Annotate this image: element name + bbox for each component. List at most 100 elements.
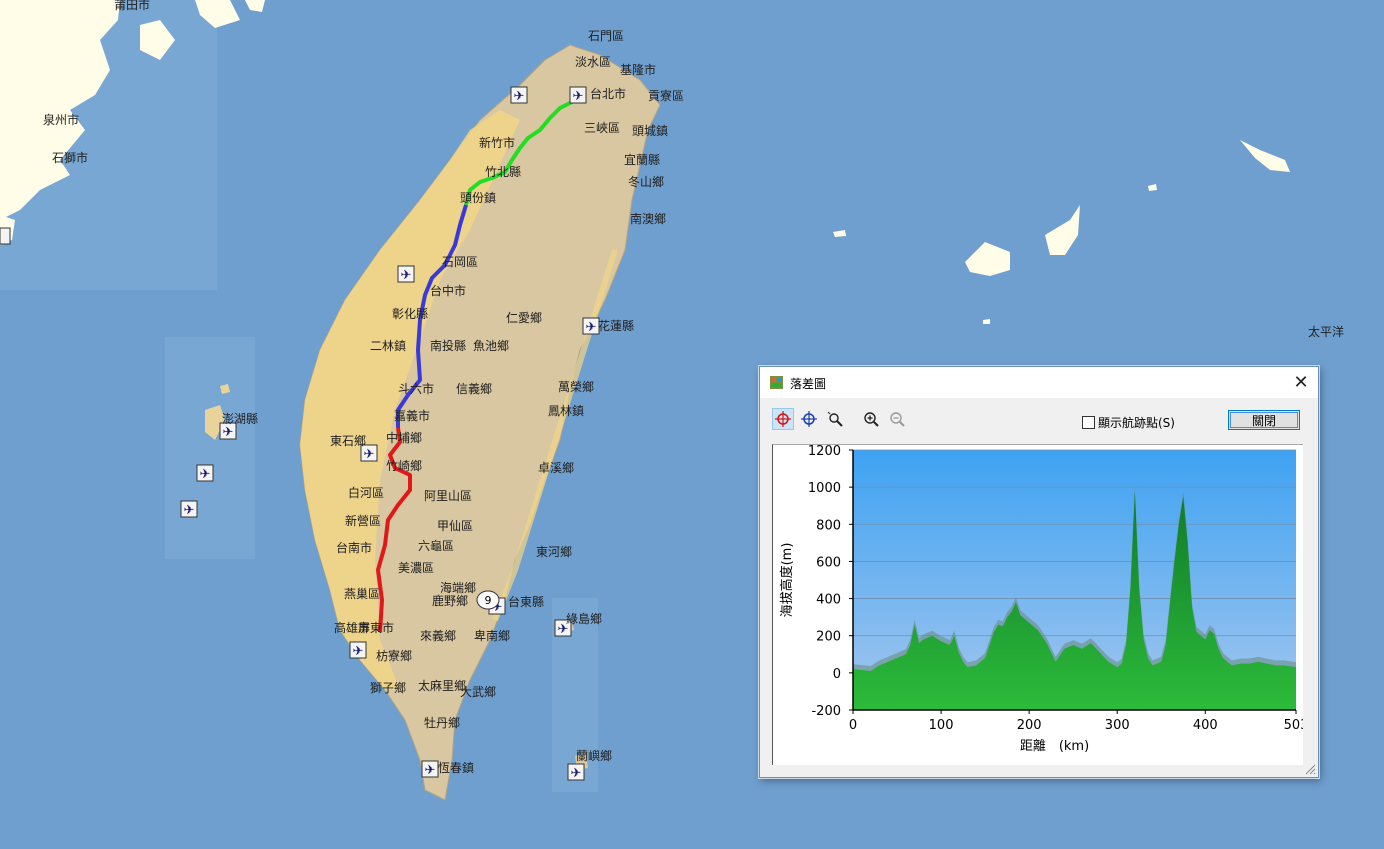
map-label: 信義鄉 bbox=[456, 381, 492, 396]
map-label: 屏東市 bbox=[358, 620, 394, 635]
waypoint-marker[interactable]: 9 bbox=[476, 590, 500, 610]
y-tick-label: 400 bbox=[816, 593, 841, 608]
map-label: 枋寮鄉 bbox=[376, 648, 412, 663]
app-icon bbox=[770, 376, 783, 389]
map-label: 頭份鎮 bbox=[460, 190, 496, 205]
y-tick-label: -200 bbox=[811, 704, 841, 719]
map-label: 台中市 bbox=[430, 283, 466, 298]
airport-icon[interactable]: ✈ bbox=[397, 265, 415, 283]
magnify-area-tool-button[interactable] bbox=[824, 408, 846, 430]
map-label: 泉州市 bbox=[43, 112, 79, 127]
y-tick-label: 0 bbox=[833, 667, 841, 682]
map-tile bbox=[165, 337, 255, 559]
chart-toolbar: 顯示航跡點(S) 關閉 bbox=[760, 398, 1318, 438]
svg-text:✈: ✈ bbox=[184, 503, 195, 518]
airport-icon[interactable] bbox=[0, 227, 11, 245]
map-label: 南澳鄉 bbox=[630, 211, 666, 226]
svg-text:✈: ✈ bbox=[586, 320, 597, 335]
svg-text:✈: ✈ bbox=[425, 763, 436, 778]
zoom-out-tool-button[interactable] bbox=[886, 408, 908, 430]
map-label: 獅子鄉 bbox=[370, 681, 406, 695]
map-label: 綠島鄉 bbox=[566, 611, 602, 626]
map-label: 嘉義市 bbox=[394, 408, 430, 423]
map-label: 貢寮區 bbox=[648, 88, 684, 103]
map-label: 澎湖縣 bbox=[222, 411, 258, 426]
map-label: 竹北縣 bbox=[485, 165, 521, 179]
map-label: 南投縣 bbox=[430, 338, 466, 353]
airport-icon[interactable]: ✈ bbox=[196, 464, 214, 482]
map-label: 恆春鎮 bbox=[438, 760, 474, 775]
target-red-icon bbox=[775, 411, 791, 427]
map-label: 美濃區 bbox=[398, 561, 434, 575]
map-label: 卑南鄉 bbox=[474, 628, 510, 643]
map-label: 阿里山區 bbox=[424, 489, 472, 503]
map-label: 石岡區 bbox=[442, 255, 478, 269]
x-tick-label: 200 bbox=[1017, 718, 1042, 733]
map-label: 台北市 bbox=[590, 86, 626, 101]
svg-text:✈: ✈ bbox=[353, 644, 364, 659]
map-label: 牡丹鄉 bbox=[424, 715, 460, 730]
map-label: 莆田市 bbox=[114, 0, 150, 12]
window-close-button[interactable]: ✕ bbox=[1284, 367, 1318, 398]
svg-text:✈: ✈ bbox=[401, 268, 412, 283]
x-tick-label: 300 bbox=[1105, 718, 1130, 733]
target-red-tool-button[interactable] bbox=[772, 408, 794, 430]
map-label: 魚池鄉 bbox=[473, 339, 509, 353]
map-label: 萬榮鄉 bbox=[558, 380, 594, 394]
x-tick-label: 0 bbox=[849, 718, 857, 733]
map-label: 竹崎鄉 bbox=[386, 459, 422, 473]
map-label: 冬山鄉 bbox=[628, 174, 664, 189]
map-label: 台南市 bbox=[336, 540, 372, 555]
y-tick-label: 800 bbox=[816, 518, 841, 533]
map-label: 仁愛鄉 bbox=[506, 311, 542, 325]
window-titlebar[interactable]: 落差圖 ✕ bbox=[760, 367, 1318, 398]
show-trackpoints-option[interactable]: 顯示航跡點(S) bbox=[1082, 414, 1175, 431]
map-label: 基隆市 bbox=[620, 62, 656, 77]
target-blue-icon bbox=[801, 411, 817, 427]
target-blue-tool-button[interactable] bbox=[798, 408, 820, 430]
airport-icon[interactable]: ✈ bbox=[349, 641, 367, 659]
airport-icon[interactable]: ✈ bbox=[567, 763, 585, 781]
airport-icon[interactable]: ✈ bbox=[421, 760, 439, 778]
elevation-chart[interactable]: 1200 1000 800 600 400 200 0 -200 0 100 200 300 400 50… bbox=[773, 445, 1303, 765]
map-label: 石獅市 bbox=[52, 150, 88, 165]
show-trackpoints-checkbox[interactable] bbox=[1082, 416, 1095, 429]
airport-icon[interactable]: ✈ bbox=[582, 317, 600, 335]
map-label: 新營區 bbox=[345, 513, 381, 528]
map-label: 東河鄉 bbox=[536, 545, 572, 559]
resize-grip-icon[interactable] bbox=[1304, 763, 1316, 775]
map-label: 彰化縣 bbox=[392, 306, 428, 321]
airport-icon[interactable]: ✈ bbox=[569, 86, 587, 104]
close-button[interactable]: 關閉 bbox=[1228, 410, 1300, 430]
elevation-chart-area[interactable]: 1200 1000 800 600 400 200 0 -200 0 100 200 300 400 50… bbox=[772, 444, 1303, 765]
y-tick-label: 1200 bbox=[808, 445, 841, 459]
map-label: 頭城鎮 bbox=[632, 123, 668, 138]
x-tick-label: 100 bbox=[929, 718, 954, 733]
svg-text:✈: ✈ bbox=[200, 467, 211, 482]
zoom-out-icon bbox=[890, 412, 905, 427]
map-label: 石門區 bbox=[588, 29, 624, 43]
map-label: 太麻里鄉 bbox=[418, 678, 466, 693]
map-label: 三峽區 bbox=[584, 121, 620, 135]
y-tick-label: 600 bbox=[816, 555, 841, 570]
airport-icon[interactable]: ✈ bbox=[180, 500, 198, 518]
waypoint-marker-label: 9 bbox=[485, 594, 492, 607]
map-label: 太平洋 bbox=[1308, 324, 1344, 339]
y-tick-label: 1000 bbox=[808, 481, 841, 496]
window-title: 落差圖 bbox=[790, 377, 827, 391]
map-label: 東石鄉 bbox=[330, 434, 366, 448]
zoom-in-tool-button[interactable] bbox=[860, 408, 882, 430]
map-label: 台東縣 bbox=[508, 594, 544, 609]
map-label: 甲仙區 bbox=[437, 519, 473, 533]
map-label: 斗六市 bbox=[398, 381, 434, 396]
map-label: 海端鄉 bbox=[440, 580, 476, 595]
map-label: 白河區 bbox=[348, 485, 384, 500]
show-trackpoints-label: 顯示航跡點(S) bbox=[1098, 416, 1175, 430]
y-tick-label: 200 bbox=[816, 630, 841, 645]
airport-icon[interactable]: ✈ bbox=[510, 86, 528, 104]
magnify-area-icon bbox=[827, 411, 843, 427]
elevation-profile-window[interactable]: 落差圖 ✕ 顯示航跡點(S) 關閉 1200 1000 800 600 400 … bbox=[759, 366, 1319, 778]
svg-text:✈: ✈ bbox=[571, 766, 582, 781]
x-tick-label: 400 bbox=[1193, 718, 1218, 733]
map-label: 淡水區 bbox=[575, 55, 611, 69]
